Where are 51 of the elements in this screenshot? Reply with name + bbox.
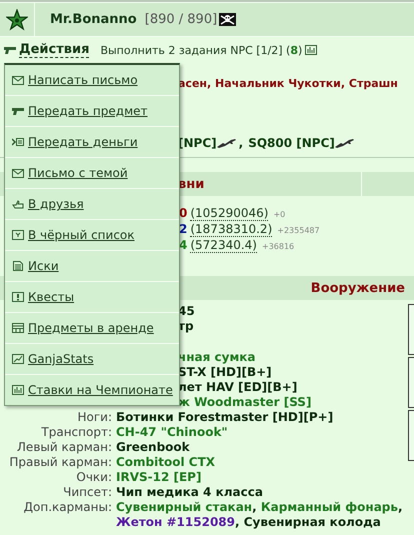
menu-link[interactable]: Передать предмет [28,104,148,118]
separator-text: , [252,500,257,514]
player-name[interactable]: Mr.Bonanno [50,12,137,27]
npc-name[interactable]: SQ800 [NPC] [248,136,335,150]
experience-delta: +0 [273,210,286,219]
menu-link[interactable]: Предметы в аренде [28,321,154,335]
field-label: Доп.карманы: [22,500,112,516]
experience-delta: +36816 [262,242,294,251]
experience-value[interactable]: (572340.4) [190,239,257,253]
field-label: Очки: [75,470,112,485]
item-name[interactable]: лет HAV [ED][B+] [178,380,298,394]
separator-text: , [238,136,244,150]
item-name[interactable]: Чип медика 4 класса [116,485,263,499]
item-name[interactable]: Жетон #1152089 [116,515,235,529]
health-value: [890 / 890] [144,12,218,27]
item-name[interactable]: Greenbook [116,440,190,454]
level-value: 0 [179,206,188,220]
level-value: 2 [179,222,188,236]
item-name[interactable]: Сувенирная колода [244,515,381,529]
item-name[interactable]: Ботинки Forestmaster [HD][P+] [116,410,334,424]
separator-text: , [235,515,240,529]
menu-link[interactable]: Передать деньги [28,135,138,149]
field-label: Ноги: [76,410,112,425]
separator-text: , [398,500,403,514]
experience-delta: +2355487 [277,226,320,235]
field-label: Левый карман: [16,440,112,455]
quest-text: Выполнить 2 задания NPC [1/2] (8) [100,44,302,56]
menu-link[interactable]: В друзья [28,197,84,211]
item-name[interactable]: Combitool CTX [116,455,216,469]
section-title: Вооружение [310,280,405,296]
field-label: Транспорт: [40,425,112,440]
menu-link[interactable]: Написать письмо [28,73,138,87]
item-name[interactable]: Сувенирный стакан [116,500,252,514]
experience-value[interactable]: (105290046) [190,207,268,221]
menu-link[interactable]: Квесты [28,290,74,304]
menu-link[interactable]: В чёрный список [28,228,134,242]
menu-link[interactable]: Письмо с темой [28,166,128,180]
item-name[interactable]: CH-47 "Chinook" [116,425,228,439]
item-name[interactable]: тр [178,319,194,333]
item-name[interactable]: чная сумка [178,350,256,364]
field-label: Правый карман: [8,455,112,470]
menu-link[interactable]: Ставки на Чемпионате [28,383,173,397]
level-value: 4 [179,238,188,252]
item-name[interactable]: IRVS-12 [EP] [116,470,202,484]
experience-value[interactable]: (18738310.2) [190,223,272,237]
item-name[interactable]: ST-X [HD][B+] [178,365,272,379]
menu-link[interactable]: Иски [28,259,59,273]
actions-link[interactable]: Действия [19,42,90,58]
menu-link[interactable]: GanjaStats [28,352,94,366]
item-name[interactable]: Карманный фонарь [260,500,398,514]
field-label: Чипсет: [62,485,112,500]
